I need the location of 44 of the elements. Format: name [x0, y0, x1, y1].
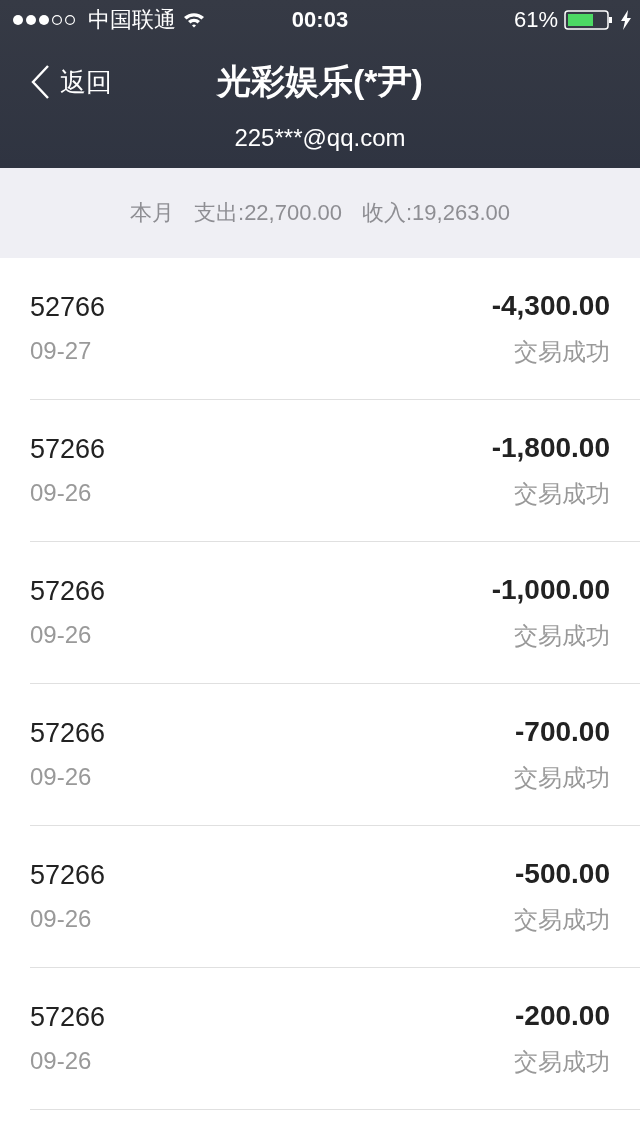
transaction-row[interactable]: 57266 09-26 -200.00 交易成功: [30, 968, 640, 1110]
transaction-date: 09-26: [30, 905, 93, 933]
transaction-amount: -500.00: [515, 857, 610, 890]
account-email: 225***@qq.com: [234, 124, 406, 152]
transaction-status: 交易成功: [514, 904, 610, 935]
back-label[interactable]: 返回: [60, 64, 112, 100]
transaction-amount: -1,000.00: [491, 573, 610, 606]
battery-percent: 61%: [513, 7, 558, 33]
transaction-amount: -1,800.00: [491, 431, 610, 464]
transaction-date: 09-27: [30, 337, 93, 365]
back-button[interactable]: 返回: [0, 64, 112, 100]
transaction-amount: -4,300.00: [491, 289, 610, 322]
charging-icon: [620, 10, 632, 30]
transaction-name: 57266: [30, 1002, 106, 1033]
transaction-row[interactable]: 57266 09-26 -500.00 交易成功: [30, 826, 640, 968]
transaction-row[interactable]: 52766 09-27 -4,300.00 交易成功: [30, 258, 640, 400]
period-label: 本月: [130, 199, 174, 227]
transaction-date: 09-26: [30, 1047, 93, 1075]
transaction-status: 交易成功: [514, 1046, 610, 1077]
wifi-icon: [182, 11, 206, 29]
transaction-name: 57266: [30, 718, 106, 749]
expense-total: 支出:22,700.00: [194, 199, 342, 227]
transaction-status: 交易成功: [514, 762, 610, 793]
page-title: 光彩娱乐(*尹): [217, 61, 423, 102]
transaction-row[interactable]: 57266 09-26 -700.00 交易成功: [30, 684, 640, 826]
transaction-status: 交易成功: [514, 336, 610, 367]
transaction-name: 57266: [30, 860, 106, 891]
income-total: 收入:19,263.00: [362, 199, 510, 227]
transaction-row[interactable]: 57266 09-26 -1,800.00 交易成功: [30, 400, 640, 542]
transaction-row[interactable]: 57266 09-26 -1,000.00 交易成功: [30, 542, 640, 684]
transaction-date: 09-26: [30, 479, 93, 507]
transaction-amount: -200.00: [515, 999, 610, 1032]
transaction-date: 09-26: [30, 621, 93, 649]
transaction-name: 52766: [30, 292, 106, 323]
transaction-amount: -700.00: [515, 715, 610, 748]
transaction-name: 57266: [30, 576, 106, 607]
transaction-status: 交易成功: [514, 620, 610, 651]
status-time: 00:03: [291, 7, 349, 33]
transaction-date: 09-26: [30, 763, 93, 791]
carrier-name: 中国联通: [88, 6, 176, 34]
transaction-name: 57266: [30, 434, 106, 465]
chevron-left-icon: [30, 64, 50, 100]
battery-icon: [564, 10, 614, 30]
transaction-status: 交易成功: [514, 478, 610, 509]
